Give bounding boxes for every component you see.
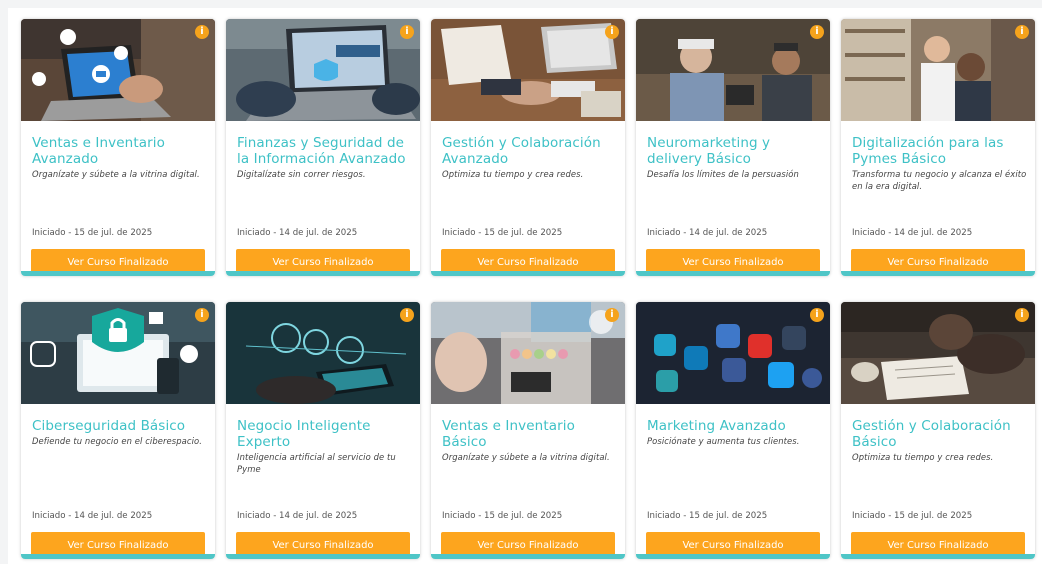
meeting-notes-photo[interactable]: i [841, 302, 1035, 404]
info-icon[interactable]: i [400, 25, 414, 39]
course-title-text: Marketing Avanzado [647, 418, 786, 434]
course-card: i Marketing Avanzado Posiciónate y aumen… [636, 302, 830, 559]
course-title-text: Ciberseguridad Básico [32, 418, 186, 434]
course-start-date: Iniciado - 14 de jul. de 2025 [647, 228, 768, 238]
course-start-date: Iniciado - 14 de jul. de 2025 [237, 228, 358, 238]
card-bottom-bar [226, 271, 420, 276]
card-body: Ventas e Inventario Básico Organízate y … [431, 404, 625, 559]
info-icon[interactable]: i [1015, 25, 1029, 39]
course-title[interactable]: Ventas e Inventario Avanzado Organízate … [32, 135, 210, 180]
course-title[interactable]: Gestión y Colaboración Básico Optimiza t… [852, 418, 1030, 463]
info-icon[interactable]: i [400, 308, 414, 322]
card-body: Neuromarketing y delivery Básico Desafía… [636, 121, 830, 276]
course-description: Desafía los límites de la persuasión [647, 169, 799, 179]
social-media-apps-photo[interactable]: i [636, 302, 830, 404]
card-bottom-bar [21, 271, 215, 276]
course-description: Defiende tu negocio en el ciberespacio. [32, 436, 203, 446]
course-description: Posiciónate y aumenta tus clientes. [647, 436, 800, 446]
course-description: Optimiza tu tiempo y crea redes. [442, 169, 584, 179]
course-start-date: Iniciado - 15 de jul. de 2025 [647, 511, 768, 521]
card-bottom-bar [226, 554, 420, 559]
course-title[interactable]: Ciberseguridad Básico Defiende tu negoci… [32, 418, 210, 447]
info-icon[interactable]: i [1015, 308, 1029, 322]
course-title-text: Gestión y Colaboración Avanzado [442, 135, 601, 167]
course-card: i Negocio Inteligente Experto Inteligenc… [226, 302, 420, 559]
bakery-counter-photo[interactable]: i [431, 302, 625, 404]
card-bottom-bar [21, 554, 215, 559]
info-icon[interactable]: i [810, 308, 824, 322]
course-description: Organízate y súbete a la vitrina digital… [32, 169, 200, 179]
course-card: i Gestión y Colaboración Avanzado Optimi… [431, 19, 625, 276]
padlock-devices-photo[interactable]: i [21, 302, 215, 404]
course-card: i Ventas e Inventario Básico Organízate … [431, 302, 625, 559]
course-title[interactable]: Finanzas y Seguridad de la Información A… [237, 135, 415, 180]
course-card: i Neuromarketing y delivery Básico Desaf… [636, 19, 830, 276]
handshake-desk-photo[interactable]: i [431, 19, 625, 121]
card-body: Negocio Inteligente Experto Inteligencia… [226, 404, 420, 559]
course-card: i Gestión y Colaboración Básico Optimiza… [841, 302, 1035, 559]
card-bottom-bar [636, 554, 830, 559]
info-icon[interactable]: i [195, 308, 209, 322]
card-body: Digitalización para las Pymes Básico Tra… [841, 121, 1035, 276]
card-bottom-bar [841, 271, 1035, 276]
course-start-date: Iniciado - 15 de jul. de 2025 [442, 511, 563, 521]
card-body: Finanzas y Seguridad de la Información A… [226, 121, 420, 276]
digital-tablet-icons-photo[interactable]: i [226, 302, 420, 404]
info-icon[interactable]: i [810, 25, 824, 39]
info-icon[interactable]: i [605, 308, 619, 322]
course-card: i Finanzas y Seguridad de la Información… [226, 19, 420, 276]
course-title-text: Gestión y Colaboración Básico [852, 418, 1011, 450]
course-start-date: Iniciado - 14 de jul. de 2025 [237, 511, 358, 521]
card-body: Gestión y Colaboración Básico Optimiza t… [841, 404, 1035, 559]
card-body: Ventas e Inventario Avanzado Organízate … [21, 121, 215, 276]
info-icon[interactable]: i [195, 25, 209, 39]
course-description: Transforma tu negocio y alcanza el éxito… [852, 169, 1027, 191]
course-title[interactable]: Gestión y Colaboración Avanzado Optimiza… [442, 135, 620, 180]
course-title-text: Digitalización para las Pymes Básico [852, 135, 1004, 167]
course-start-date: Iniciado - 15 de jul. de 2025 [32, 228, 153, 238]
course-title-text: Neuromarketing y delivery Básico [647, 135, 771, 167]
course-catalog-page: i Ventas e Inventario Avanzado Organízat… [8, 8, 1042, 564]
course-card: i Ventas e Inventario Avanzado Organízat… [21, 19, 215, 276]
card-bottom-bar [841, 554, 1035, 559]
course-description: Organízate y súbete a la vitrina digital… [442, 452, 610, 462]
card-body: Marketing Avanzado Posiciónate y aumenta… [636, 404, 830, 559]
shop-owners-tablet-photo[interactable]: i [636, 19, 830, 121]
course-title-text: Ventas e Inventario Básico [442, 418, 575, 450]
course-title-text: Negocio Inteligente Experto [237, 418, 371, 450]
course-description: Digitalízate sin correr riesgos. [237, 169, 366, 179]
course-description: Optimiza tu tiempo y crea redes. [852, 452, 994, 462]
course-card: i Digitalización para las Pymes Básico T… [841, 19, 1035, 276]
course-card: i Ciberseguridad Básico Defiende tu nego… [21, 302, 215, 559]
course-title[interactable]: Digitalización para las Pymes Básico Tra… [852, 135, 1030, 192]
course-description: Inteligencia artificial al servicio de t… [237, 452, 396, 474]
course-start-date: Iniciado - 15 de jul. de 2025 [852, 511, 973, 521]
course-title[interactable]: Ventas e Inventario Básico Organízate y … [442, 418, 620, 463]
cyber-security-laptop-photo[interactable]: i [226, 19, 420, 121]
course-start-date: Iniciado - 14 de jul. de 2025 [32, 511, 153, 521]
course-start-date: Iniciado - 15 de jul. de 2025 [442, 228, 563, 238]
course-title-text: Finanzas y Seguridad de la Información A… [237, 135, 406, 167]
course-title[interactable]: Negocio Inteligente Experto Inteligencia… [237, 418, 415, 475]
card-bottom-bar [431, 554, 625, 559]
card-bottom-bar [636, 271, 830, 276]
laptop-shopping-photo[interactable]: i [21, 19, 215, 121]
info-icon[interactable]: i [605, 25, 619, 39]
course-title[interactable]: Marketing Avanzado Posiciónate y aumenta… [647, 418, 825, 447]
card-bottom-bar [431, 271, 625, 276]
course-grid: i Ventas e Inventario Avanzado Organízat… [21, 19, 1035, 559]
course-start-date: Iniciado - 14 de jul. de 2025 [852, 228, 973, 238]
course-title[interactable]: Neuromarketing y delivery Básico Desafía… [647, 135, 825, 180]
store-customers-photo[interactable]: i [841, 19, 1035, 121]
card-body: Gestión y Colaboración Avanzado Optimiza… [431, 121, 625, 276]
card-body: Ciberseguridad Básico Defiende tu negoci… [21, 404, 215, 559]
course-title-text: Ventas e Inventario Avanzado [32, 135, 165, 167]
